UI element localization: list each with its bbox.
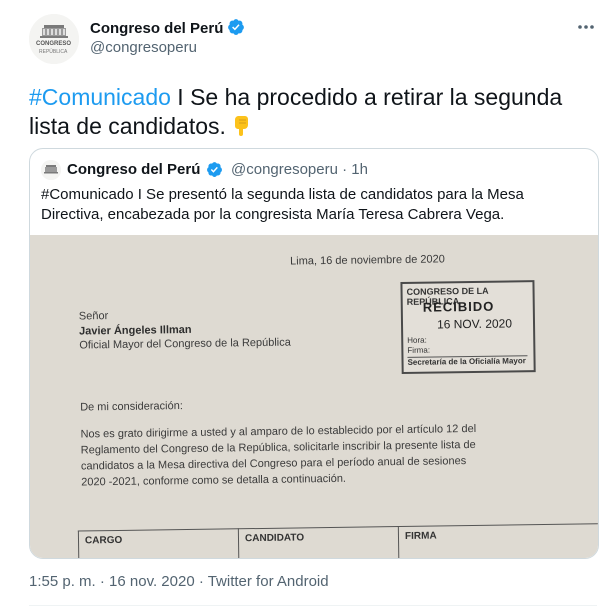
table-header-candidato: CANDIDATO [244,532,305,545]
stamp-firma: Firma: [407,345,431,355]
doc-body-line: Nos es grato dirigirme a usted y al ampa… [80,422,477,441]
doc-body-line: Reglamento del Congreso de la República,… [80,438,476,457]
received-stamp: CONGRESO DE LA REPÚBLICA RECIBIDO 16 NOV… [400,280,536,374]
stamp-hora: Hora: [407,335,427,345]
stamp-received: RECIBIDO [422,298,495,315]
quoted-handle-text: @congresoperu [231,161,338,178]
table-header-cargo: CARGO [84,534,123,547]
doc-body-line: 2020 -2021, conforme como se detalla a c… [81,472,347,489]
quoted-author-handle: @congresoperu · 1h [231,161,368,178]
tweet-text: #Comunicado I Se ha procedido a retirar … [29,83,589,145]
doc-body-line: candidatos a la Mesa directiva del Congr… [80,455,467,473]
stamp-office: Secretaría de la Oficialía Mayor [407,355,528,367]
hashtag-link[interactable]: #Comunicado [29,84,171,110]
stamp-date: 16 NOV. 2020 [436,316,513,332]
table-header-cell: CARGO [77,528,240,558]
author-handle[interactable]: @congresoperu [90,39,197,56]
tweet-timestamp[interactable]: 1:55 p. m. · 16 nov. 2020 · Twitter for … [29,573,329,590]
tweet-card: CONGRESO REPÚBLICA Congreso del Perú @co… [0,0,614,607]
verified-badge-icon [206,161,223,182]
author-name-text: Congreso del Perú [90,20,224,37]
document-letter: Lima, 16 de noviembre de 2020 Señor Javi… [30,235,598,558]
doc-recipient-title: Oficial Mayor del Congreso de la Repúbli… [79,336,291,352]
avatar-text-top: CONGRESO [36,41,72,47]
quoted-tweet-text: #Comunicado I Se presentó la segunda lis… [41,186,524,223]
doc-greeting: De mi consideración: [80,400,183,414]
table-header-firma: FIRMA [404,530,437,542]
quoted-tweet-image[interactable]: Lima, 16 de noviembre de 2020 Señor Javi… [30,235,598,558]
quoted-author-name: Congreso del Perú [67,161,201,178]
more-options-icon[interactable] [575,18,597,36]
pointing-down-emoji-icon [230,114,254,145]
doc-salutation: Señor [78,310,109,323]
doc-recipient: Javier Ángeles Illman [79,323,192,338]
doc-date: Lima, 16 de noviembre de 2020 [290,253,445,268]
divider [29,605,597,606]
table-header-cell: CANDIDATO [237,526,400,558]
verified-badge-icon [228,19,245,35]
quoted-author-avatar [41,160,61,180]
quoted-tweet[interactable]: Congreso del Perú @congresoperu · 1h #Co… [29,148,599,559]
candidates-table: CARGO CANDIDATO FIRMA [77,523,598,558]
table-header-cell: FIRMA [397,523,598,558]
quoted-time: · 1h [342,161,368,178]
author-avatar[interactable]: CONGRESO REPÚBLICA [29,14,79,64]
author-name[interactable]: Congreso del Perú [90,18,245,37]
avatar-text-bottom: REPÚBLICA [39,49,68,55]
